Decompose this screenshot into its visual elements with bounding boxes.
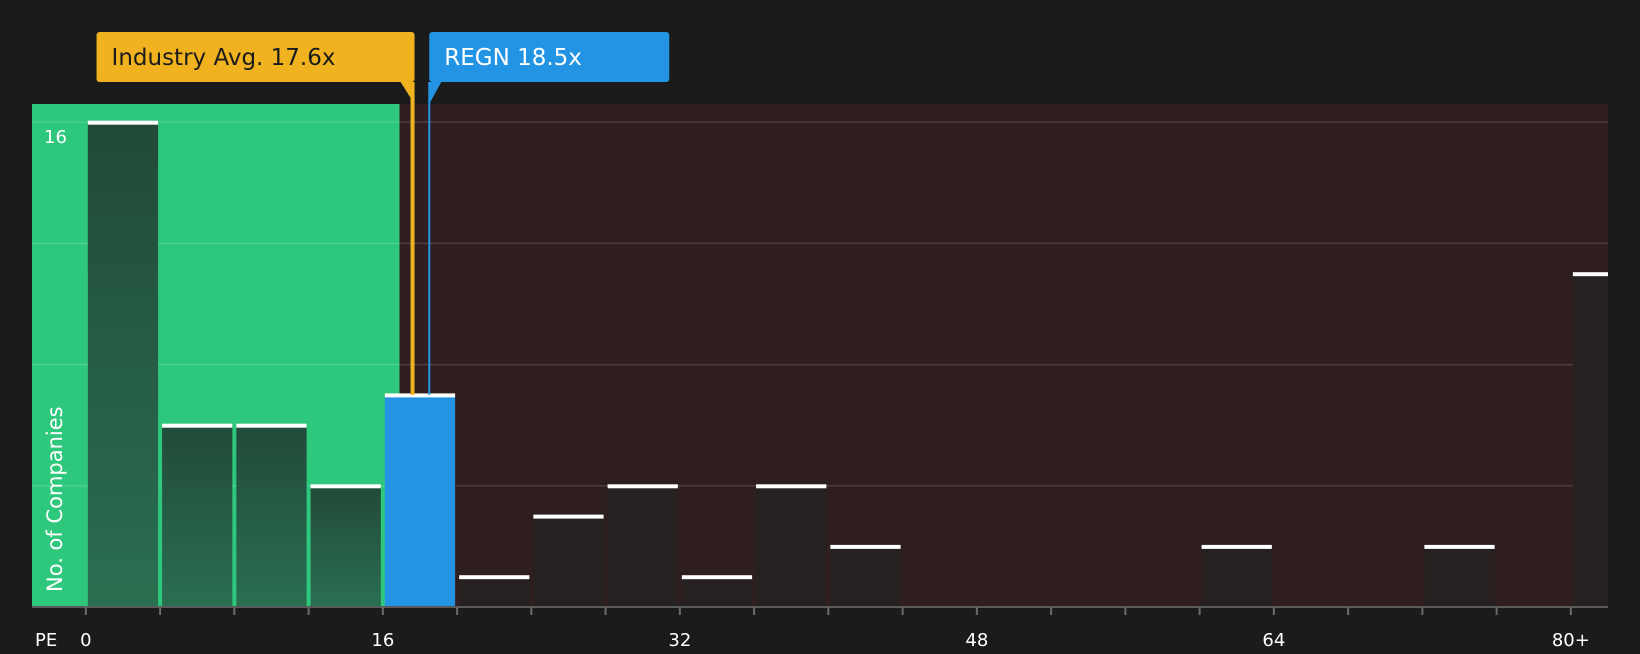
histogram-bar-cap [607,484,678,489]
x-tick-label: 48 [965,630,988,650]
histogram-bar [162,425,233,607]
x-tick-label: 0 [80,630,91,650]
histogram-bar [459,576,530,607]
marker-label: REGN 18.5x [444,45,582,71]
histogram-bar-cap [756,484,827,489]
y-tick-label: 16 [44,127,67,148]
histogram-bar [681,576,753,607]
histogram-bar [1201,546,1272,607]
histogram-bar-cap [1572,272,1608,277]
marker-label: Industry Avg. 17.6x [112,45,336,71]
x-tick-label: 80+ [1552,630,1590,650]
x-tick-label: 32 [668,630,691,650]
histogram-bar [756,485,827,607]
histogram-bar-cap [830,544,901,549]
histogram-bar [236,425,307,607]
y-axis-label: No. of Companies [43,406,67,592]
histogram-bar [1424,546,1495,607]
histogram-bar-cap [1201,544,1272,549]
histogram-bar-cap [1424,544,1495,549]
histogram-bar [533,516,604,607]
histogram-bar [310,485,381,607]
histogram-bar-cap [236,423,307,428]
histogram-bar [87,122,159,607]
x-tick-label: 16 [371,630,394,650]
pe-distribution-chart: Industry Avg. 17.6x REGN 18.5x 0 16 32 48 64 8… [0,0,1640,651]
histogram-bar [1572,273,1608,607]
histogram-bar-cap [681,575,753,580]
histogram-bar-cap [533,514,604,519]
chart-svg: Industry Avg. 17.6x REGN 18.5x 0 16 32 48 64 8… [32,32,1608,651]
histogram-bar-cap [162,423,233,428]
histogram-bar [830,546,901,607]
histogram-bar-cap [459,575,530,580]
histogram-bar-cap [87,120,159,125]
histogram-bar [607,485,678,607]
histogram-bar [384,394,456,607]
x-tick-label: 64 [1262,630,1285,650]
x-axis-label: PE [35,630,57,650]
marker-pointer [429,82,442,104]
histogram-bar-cap [310,484,381,489]
histogram-bar-cap [384,393,456,398]
